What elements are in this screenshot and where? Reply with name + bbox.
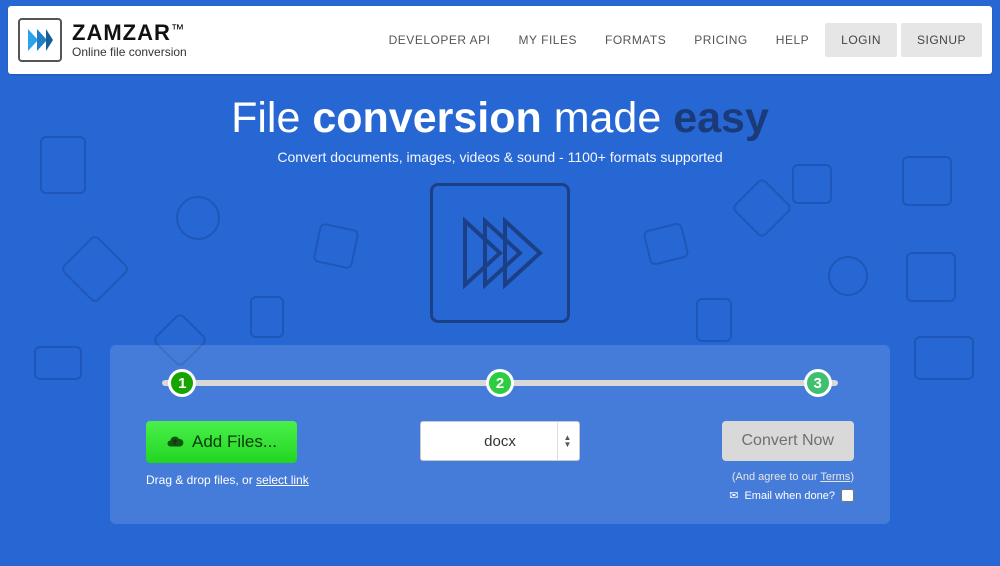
mail-icon: ✉ <box>729 489 738 502</box>
select-link[interactable]: select link <box>256 473 309 487</box>
upload-cloud-icon <box>166 433 184 451</box>
hero: File conversion made easy Convert docume… <box>0 94 1000 323</box>
nav-formats[interactable]: FORMATS <box>593 23 678 57</box>
add-files-button[interactable]: Add Files... <box>146 421 297 463</box>
nav-pricing[interactable]: PRICING <box>682 23 760 57</box>
nav-developer-api[interactable]: DEVELOPER API <box>377 23 503 57</box>
doodle-icon <box>914 336 974 380</box>
format-select[interactable]: docx ▲▼ <box>420 421 580 461</box>
step-2-badge: 2 <box>486 369 514 397</box>
hero-subtitle: Convert documents, images, videos & soun… <box>0 149 1000 165</box>
nav-my-files[interactable]: MY FILES <box>507 23 589 57</box>
step-1-badge: 1 <box>168 369 196 397</box>
top-navbar: ZAMZAR™ Online file conversion DEVELOPER… <box>8 6 992 74</box>
terms-link[interactable]: Terms <box>820 471 850 483</box>
brand-name: ZAMZAR™ <box>72 22 187 44</box>
login-button[interactable]: LOGIN <box>825 23 897 57</box>
doodle-icon <box>34 346 82 380</box>
hero-title: File conversion made easy <box>0 94 1000 143</box>
convert-now-button[interactable]: Convert Now <box>722 421 854 461</box>
nav-help[interactable]: HELP <box>764 23 821 57</box>
select-caret-icon: ▲▼ <box>557 422 571 460</box>
logo[interactable]: ZAMZAR™ Online file conversion <box>18 18 187 62</box>
step-track: 1 2 3 <box>162 371 838 395</box>
nav-links: DEVELOPER API MY FILES FORMATS PRICING H… <box>377 23 982 57</box>
terms-note: (And agree to our Terms) <box>732 471 854 483</box>
email-when-done[interactable]: ✉ Email when done? <box>729 489 854 502</box>
hero-chevrons-icon <box>430 183 570 323</box>
signup-button[interactable]: SIGNUP <box>901 23 982 57</box>
format-selected-value: docx <box>484 433 516 450</box>
drag-drop-hint: Drag & drop files, or select link <box>146 473 309 487</box>
conversion-panel: 1 2 3 Add Files... Drag & drop files, or… <box>110 345 890 524</box>
brand-tagline: Online file conversion <box>72 46 187 58</box>
step-3-badge: 3 <box>804 369 832 397</box>
logo-icon <box>18 18 62 62</box>
email-checkbox[interactable] <box>841 489 854 502</box>
